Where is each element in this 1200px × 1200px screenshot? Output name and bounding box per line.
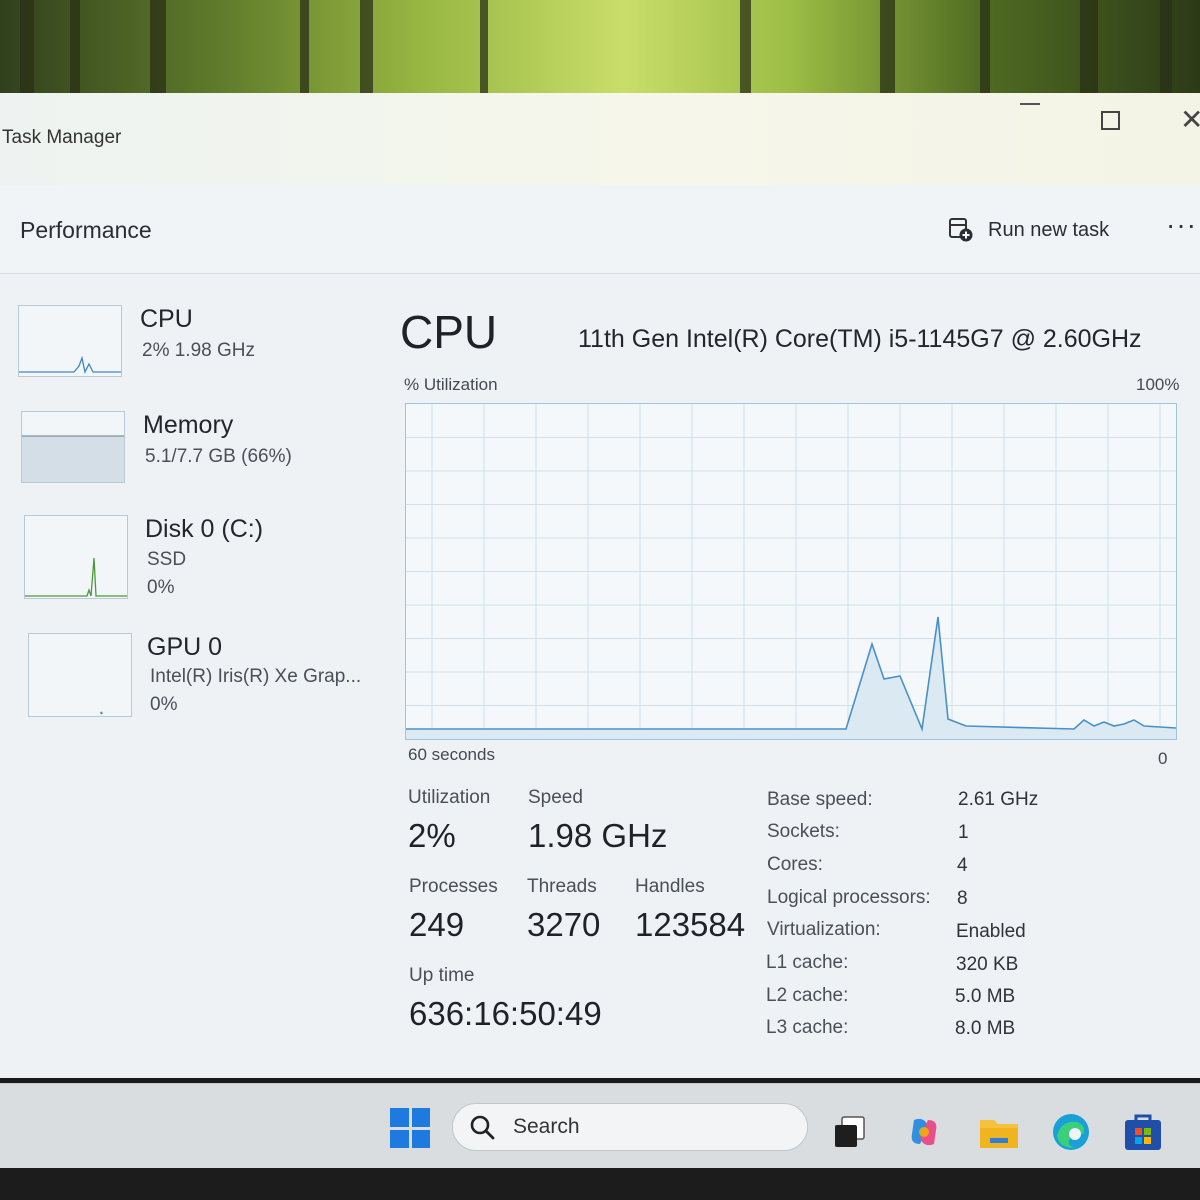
wallpaper-bamboo — [880, 0, 895, 100]
spec-label: L3 cache: — [766, 1017, 849, 1038]
start-logo-pane — [411, 1108, 430, 1127]
maximize-icon[interactable] — [1101, 111, 1120, 130]
taskbar-search-box[interactable]: Search — [452, 1103, 808, 1151]
sidebar-item-usage: 0% — [147, 577, 175, 598]
windows-start-icon[interactable] — [390, 1108, 430, 1148]
start-logo-pane — [411, 1129, 430, 1148]
wallpaper-bamboo — [480, 0, 488, 100]
graph-x-label: 60 seconds — [408, 745, 495, 764]
uptime-value: 636:16:50:49 — [409, 995, 602, 1032]
speed-label: Speed — [528, 787, 583, 808]
spec-value: 2.61 GHz — [958, 789, 1039, 810]
sidebar-item-detail: 2% 1.98 GHz — [142, 340, 255, 361]
spec-value: 320 KB — [956, 954, 1019, 975]
more-icon[interactable]: ··· — [1166, 209, 1197, 241]
threads-value: 3270 — [527, 906, 601, 943]
memory-thumbnail-graph — [21, 411, 125, 483]
handles-label: Handles — [635, 876, 705, 897]
sidebar-item-label: GPU 0 — [147, 633, 223, 661]
spec-label: L1 cache: — [766, 952, 849, 973]
wallpaper-bamboo — [20, 0, 34, 100]
spec-label: Sockets: — [767, 821, 840, 842]
utilization-label: Utilization — [408, 787, 491, 808]
sidebar-item-usage: 0% — [150, 694, 178, 715]
cpu-thumbnail-graph — [18, 305, 122, 377]
sidebar-item-label: CPU — [140, 305, 193, 333]
taskbar: Search — [0, 1083, 1200, 1169]
graph-y-min: 0 — [1158, 749, 1168, 768]
search-placeholder: Search — [513, 1115, 580, 1138]
wallpaper-bamboo — [70, 0, 80, 100]
spec-value: 8.0 MB — [955, 1018, 1016, 1039]
spec-value: 5.0 MB — [955, 986, 1016, 1007]
handles-value: 123584 — [635, 906, 746, 943]
speed-value: 1.98 GHz — [528, 817, 668, 854]
file-explorer-icon[interactable] — [978, 1114, 1020, 1150]
wallpaper-bamboo — [1080, 0, 1098, 100]
wallpaper-bamboo — [150, 0, 166, 100]
page-title: Performance — [20, 217, 152, 243]
processes-label: Processes — [409, 876, 498, 897]
utilization-value: 2% — [408, 817, 456, 854]
cpu-model-name: 11th Gen Intel(R) Core(TM) i5-1145G7 @ 2… — [578, 325, 1142, 353]
desktop-wallpaper — [0, 0, 1200, 100]
sidebar-item-disk[interactable]: Disk 0 (C:) SSD 0% — [18, 515, 378, 611]
title-bar[interactable]: Task Manager ✕ — [0, 93, 1200, 185]
cpu-utilization-graph — [405, 403, 1177, 740]
task-view-icon[interactable] — [832, 1114, 868, 1150]
spec-value: Enabled — [956, 921, 1026, 942]
spec-label: Logical processors: — [767, 887, 931, 908]
spec-label: Base speed: — [767, 789, 873, 810]
run-new-task-label: Run new task — [988, 218, 1110, 241]
store-icon[interactable] — [1123, 1112, 1163, 1152]
spec-label: Virtualization: — [767, 919, 881, 940]
search-icon — [470, 1115, 495, 1140]
minimize-icon[interactable] — [1020, 103, 1040, 105]
spec-value: 4 — [957, 855, 968, 876]
sidebar-item-detail: 5.1/7.7 GB (66%) — [145, 446, 292, 467]
threads-label: Threads — [527, 876, 597, 897]
edge-icon[interactable] — [1051, 1112, 1091, 1152]
graph-y-label: % Utilization — [404, 375, 498, 394]
run-new-task-button[interactable]: Run new task — [948, 217, 1109, 243]
processes-value: 249 — [409, 906, 465, 943]
spec-value: 8 — [957, 888, 968, 909]
wallpaper-bamboo — [300, 0, 309, 100]
wallpaper-bamboo — [740, 0, 751, 100]
wallpaper-bamboo — [980, 0, 990, 100]
wallpaper-bamboo — [360, 0, 373, 100]
sidebar-item-memory[interactable]: Memory 5.1/7.7 GB (66%) — [18, 411, 378, 507]
sidebar-item-detail: SSD — [147, 549, 187, 570]
app-title: Task Manager — [2, 127, 122, 148]
wallpaper-bamboo — [1160, 0, 1172, 100]
graph-y-max: 100% — [1136, 375, 1180, 394]
sidebar-item-detail: Intel(R) Iris(R) Xe Grap... — [150, 666, 362, 687]
detail-title: CPU — [400, 306, 498, 358]
spec-label: Cores: — [767, 854, 823, 875]
screen-bezel — [0, 1168, 1200, 1200]
run-task-icon — [949, 218, 973, 242]
sidebar-item-label: Memory — [143, 411, 234, 439]
spec-value: 1 — [958, 822, 969, 843]
start-logo-pane — [390, 1129, 409, 1148]
task-manager-window: Task Manager ✕ Performance Run new task … — [0, 93, 1200, 1078]
close-icon[interactable]: ✕ — [1180, 103, 1200, 136]
page-header: Performance Run new task ··· — [0, 185, 1200, 274]
copilot-icon[interactable] — [906, 1114, 942, 1150]
sidebar-item-gpu[interactable]: GPU 0 Intel(R) Iris(R) Xe Grap... 0% — [18, 633, 378, 729]
disk-thumbnail-graph — [24, 515, 128, 599]
sidebar-item-cpu[interactable]: CPU 2% 1.98 GHz — [18, 305, 378, 401]
start-logo-pane — [390, 1108, 409, 1127]
sidebar-item-label: Disk 0 (C:) — [145, 515, 264, 543]
gpu-thumbnail-graph — [28, 633, 132, 717]
spec-label: L2 cache: — [766, 985, 849, 1006]
uptime-label: Up time — [409, 965, 475, 986]
